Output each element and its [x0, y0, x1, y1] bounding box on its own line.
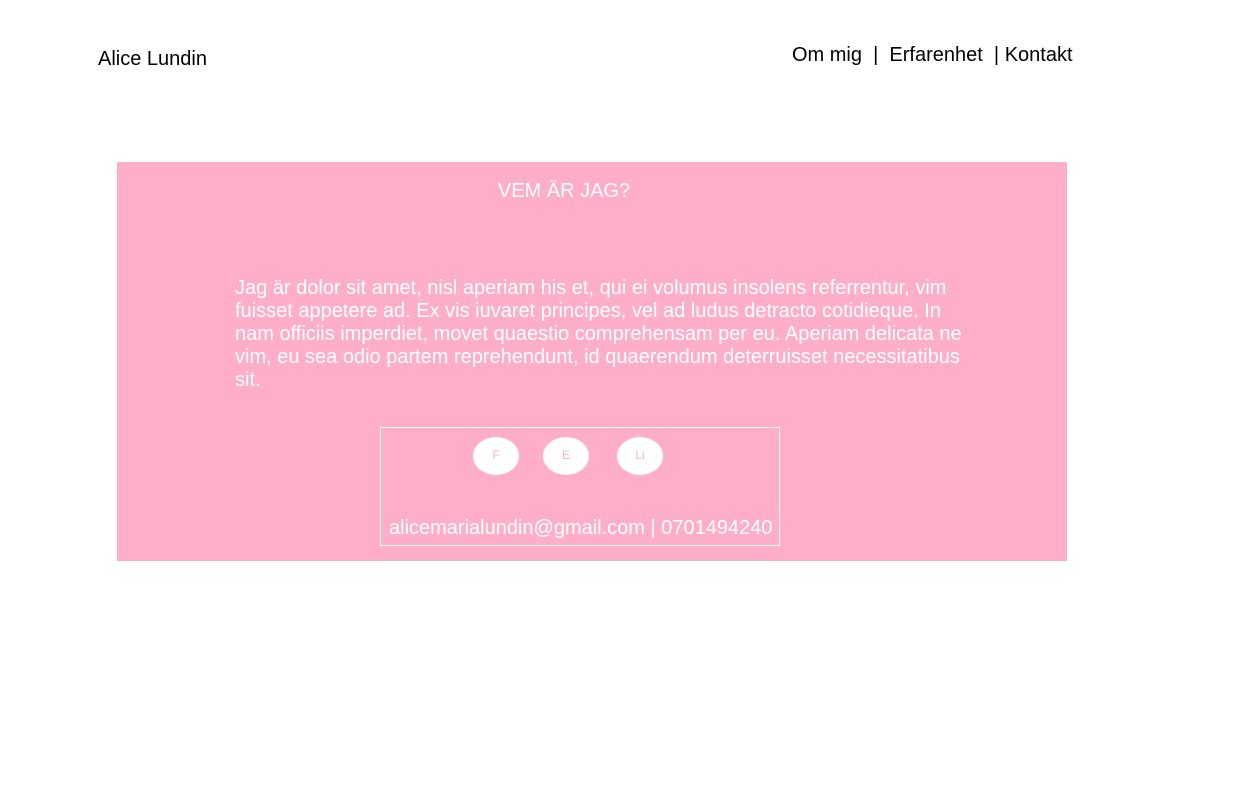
- email-icon[interactable]: E: [543, 437, 589, 475]
- contact-separator: |: [644, 517, 662, 539]
- linkedin-icon[interactable]: Li: [617, 437, 663, 475]
- contact-phone: 0701494240: [661, 517, 773, 539]
- about-text: Jag är dolor sit amet, nisl aperiam his …: [235, 277, 962, 391]
- nav-separator: |: [862, 44, 890, 66]
- nav-link-kontakt[interactable]: Kontakt: [1005, 44, 1073, 66]
- contact-box: F E Li alicemarialundin@gmail.com | 0701…: [380, 427, 780, 546]
- contact-email-link[interactable]: alicemarialundin@gmail.com: [389, 517, 645, 539]
- nav-link-erfarenhet[interactable]: Erfarenhet: [889, 44, 982, 66]
- about-title-row: VEM ÄR JAG?: [117, 180, 1009, 202]
- about-title: VEM ÄR JAG?: [497, 180, 631, 202]
- main-nav: Om mig | Erfarenhet | Kontakt: [792, 44, 1073, 66]
- about-section: VEM ÄR JAG? Jag är dolor sit amet, nisl …: [117, 162, 1067, 561]
- nav-separator: |: [982, 44, 1005, 66]
- facebook-icon[interactable]: F: [473, 437, 519, 475]
- site-title: Alice Lundin: [98, 48, 207, 70]
- nav-link-om-mig[interactable]: Om mig: [792, 44, 862, 66]
- contact-line: alicemarialundin@gmail.com | 0701494240: [389, 517, 773, 539]
